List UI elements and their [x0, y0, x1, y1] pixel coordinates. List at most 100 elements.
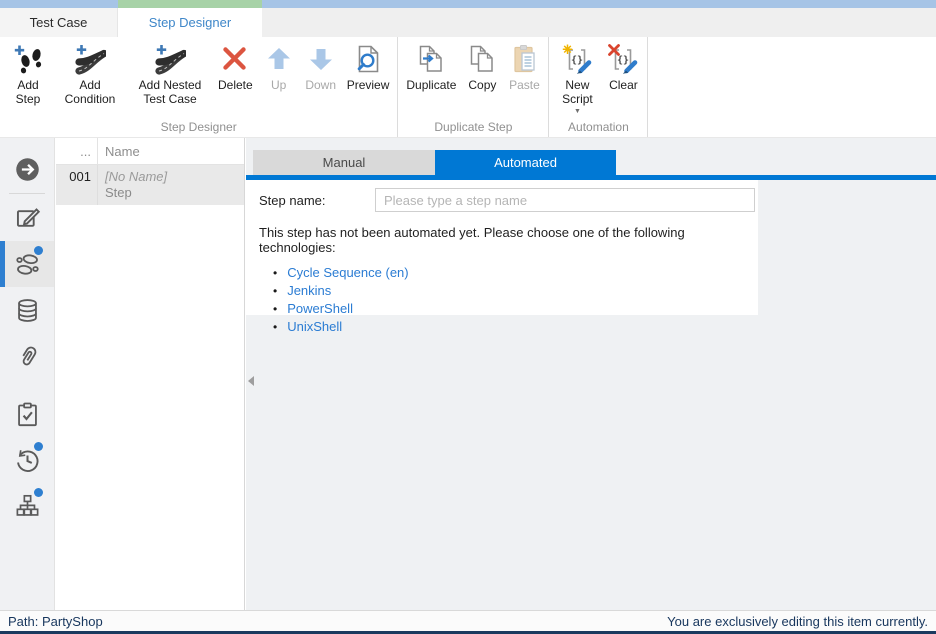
bullet: • — [273, 320, 277, 334]
bullet: • — [273, 266, 277, 280]
list-item: • Jenkins — [273, 282, 758, 300]
sidebar-item-dependencies[interactable] — [0, 483, 54, 529]
clipboard-paste-icon — [508, 43, 540, 75]
paste-button[interactable]: Paste — [503, 39, 545, 94]
edit-pencil-icon — [14, 205, 41, 232]
button-label: Add Nested Test Case — [132, 78, 208, 106]
chevron-down-icon: ▼ — [574, 108, 581, 115]
ribbon-toolbar: Add Step Add Condition — [0, 37, 936, 138]
delete-x-icon — [219, 43, 251, 75]
nested-test-case-add-icon — [154, 43, 186, 75]
down-button[interactable]: Down — [300, 39, 342, 94]
sidebar-collapse-button[interactable] — [0, 146, 54, 192]
automation-message: This step has not been automated yet. Pl… — [259, 225, 745, 255]
tab-step-designer[interactable]: Step Designer — [118, 8, 262, 37]
script-clear-icon: {} — [607, 43, 639, 75]
condition-add-icon — [74, 43, 106, 75]
copy-documents-icon — [466, 43, 498, 75]
ribbon-group-automation: {} New Script ▼ {} Clear Aut — [549, 37, 648, 137]
button-label: Preview — [347, 78, 390, 92]
active-tab-highlight-strip — [118, 0, 262, 8]
button-label: Up — [271, 78, 286, 92]
bullet: • — [273, 302, 277, 316]
sidebar-item-history[interactable] — [0, 437, 54, 483]
ribbon-group-label: Step Designer — [0, 120, 397, 134]
document-magnifier-icon — [352, 43, 384, 75]
delete-button[interactable]: Delete — [213, 39, 258, 94]
status-bar: Path: PartyShop You are exclusively edit… — [0, 610, 936, 634]
automation-form: Step name: This step has not been automa… — [246, 180, 758, 315]
tab-automated[interactable]: Automated — [435, 150, 616, 175]
notification-badge — [34, 246, 43, 255]
column-header-name[interactable]: Name — [98, 138, 244, 164]
arrow-up-icon — [263, 43, 295, 75]
step-number: 001 — [56, 165, 98, 205]
footprints-add-icon — [12, 43, 44, 75]
button-label: Add Condition — [58, 78, 122, 106]
button-label: Duplicate — [406, 78, 456, 92]
up-button[interactable]: Up — [258, 39, 300, 94]
notification-badge — [34, 442, 43, 451]
technology-link-powershell[interactable]: PowerShell — [287, 301, 353, 316]
button-label: Down — [305, 78, 336, 92]
step-name-input[interactable] — [375, 188, 755, 212]
preview-button[interactable]: Preview — [342, 39, 395, 94]
sidebar-item-steps[interactable] — [0, 241, 54, 287]
add-step-button[interactable]: Add Step — [3, 39, 53, 108]
duplicate-documents-icon — [415, 43, 447, 75]
add-condition-button[interactable]: Add Condition — [53, 39, 127, 108]
button-label: Paste — [509, 78, 540, 92]
arrow-down-icon — [305, 43, 337, 75]
sidebar-item-data[interactable] — [0, 287, 54, 333]
step-name-label: Step name: — [259, 193, 375, 208]
sidebar-divider — [9, 193, 45, 194]
technology-list: • Cycle Sequence (en) • Jenkins • PowerShel… — [273, 264, 758, 336]
step-list-panel: ... Name 001 [No Name] Step — [56, 138, 245, 610]
sidebar-item-attachments[interactable] — [0, 333, 54, 379]
ribbon-group-duplicate-step: Duplicate Copy P — [398, 37, 549, 137]
sidebar-item-edit[interactable] — [0, 195, 54, 241]
add-nested-test-case-button[interactable]: Add Nested Test Case — [127, 39, 213, 108]
database-icon — [14, 297, 41, 324]
left-icon-sidebar — [0, 138, 55, 610]
ribbon-group-label: Duplicate Step — [398, 120, 548, 134]
window-top-strip — [0, 0, 936, 8]
clipboard-check-icon — [14, 401, 41, 428]
tab-manual[interactable]: Manual — [253, 150, 435, 175]
document-tab-bar: Test Case Step Designer — [0, 8, 936, 37]
button-label: Clear — [609, 78, 638, 92]
circle-arrow-right-icon — [14, 156, 41, 183]
paperclip-icon — [14, 343, 41, 370]
status-editing-message: You are exclusively editing this item cu… — [667, 614, 928, 629]
main-area: ... Name 001 [No Name] Step Manual Autom… — [0, 138, 936, 610]
new-script-button[interactable]: {} New Script ▼ — [552, 39, 602, 117]
svg-text:{}: {} — [571, 55, 583, 66]
technology-link-jenkins[interactable]: Jenkins — [287, 283, 331, 298]
step-row[interactable]: 001 [No Name] Step — [56, 165, 244, 205]
bullet: • — [273, 284, 277, 298]
button-label: Add Step — [8, 78, 48, 106]
column-header-index[interactable]: ... — [56, 138, 98, 164]
notification-badge — [34, 488, 43, 497]
button-label: Delete — [218, 78, 253, 92]
technology-link-cycle-sequence[interactable]: Cycle Sequence (en) — [287, 265, 408, 280]
button-label: Copy — [468, 78, 496, 92]
step-list-header: ... Name — [56, 138, 244, 165]
list-item: • UnixShell — [273, 318, 758, 336]
step-editor-panel: Manual Automated Step name: This step ha… — [246, 138, 936, 610]
sidebar-item-tasks[interactable] — [0, 391, 54, 437]
clear-script-button[interactable]: {} Clear — [602, 39, 644, 94]
technology-link-unixshell[interactable]: UnixShell — [287, 319, 342, 334]
step-type-label: Step — [105, 185, 244, 201]
ribbon-group-label: Automation — [549, 120, 647, 134]
panel-collapse-arrow-icon[interactable] — [248, 376, 254, 386]
editor-tab-bar: Manual Automated — [246, 150, 936, 175]
status-path: Path: PartyShop — [8, 614, 103, 629]
button-label: New Script — [557, 78, 597, 106]
list-item: • Cycle Sequence (en) — [273, 264, 758, 282]
svg-text:{}: {} — [617, 55, 629, 66]
copy-button[interactable]: Copy — [461, 39, 503, 94]
duplicate-button[interactable]: Duplicate — [401, 39, 461, 94]
script-new-icon: {} — [561, 43, 593, 75]
tab-test-case[interactable]: Test Case — [0, 8, 118, 37]
